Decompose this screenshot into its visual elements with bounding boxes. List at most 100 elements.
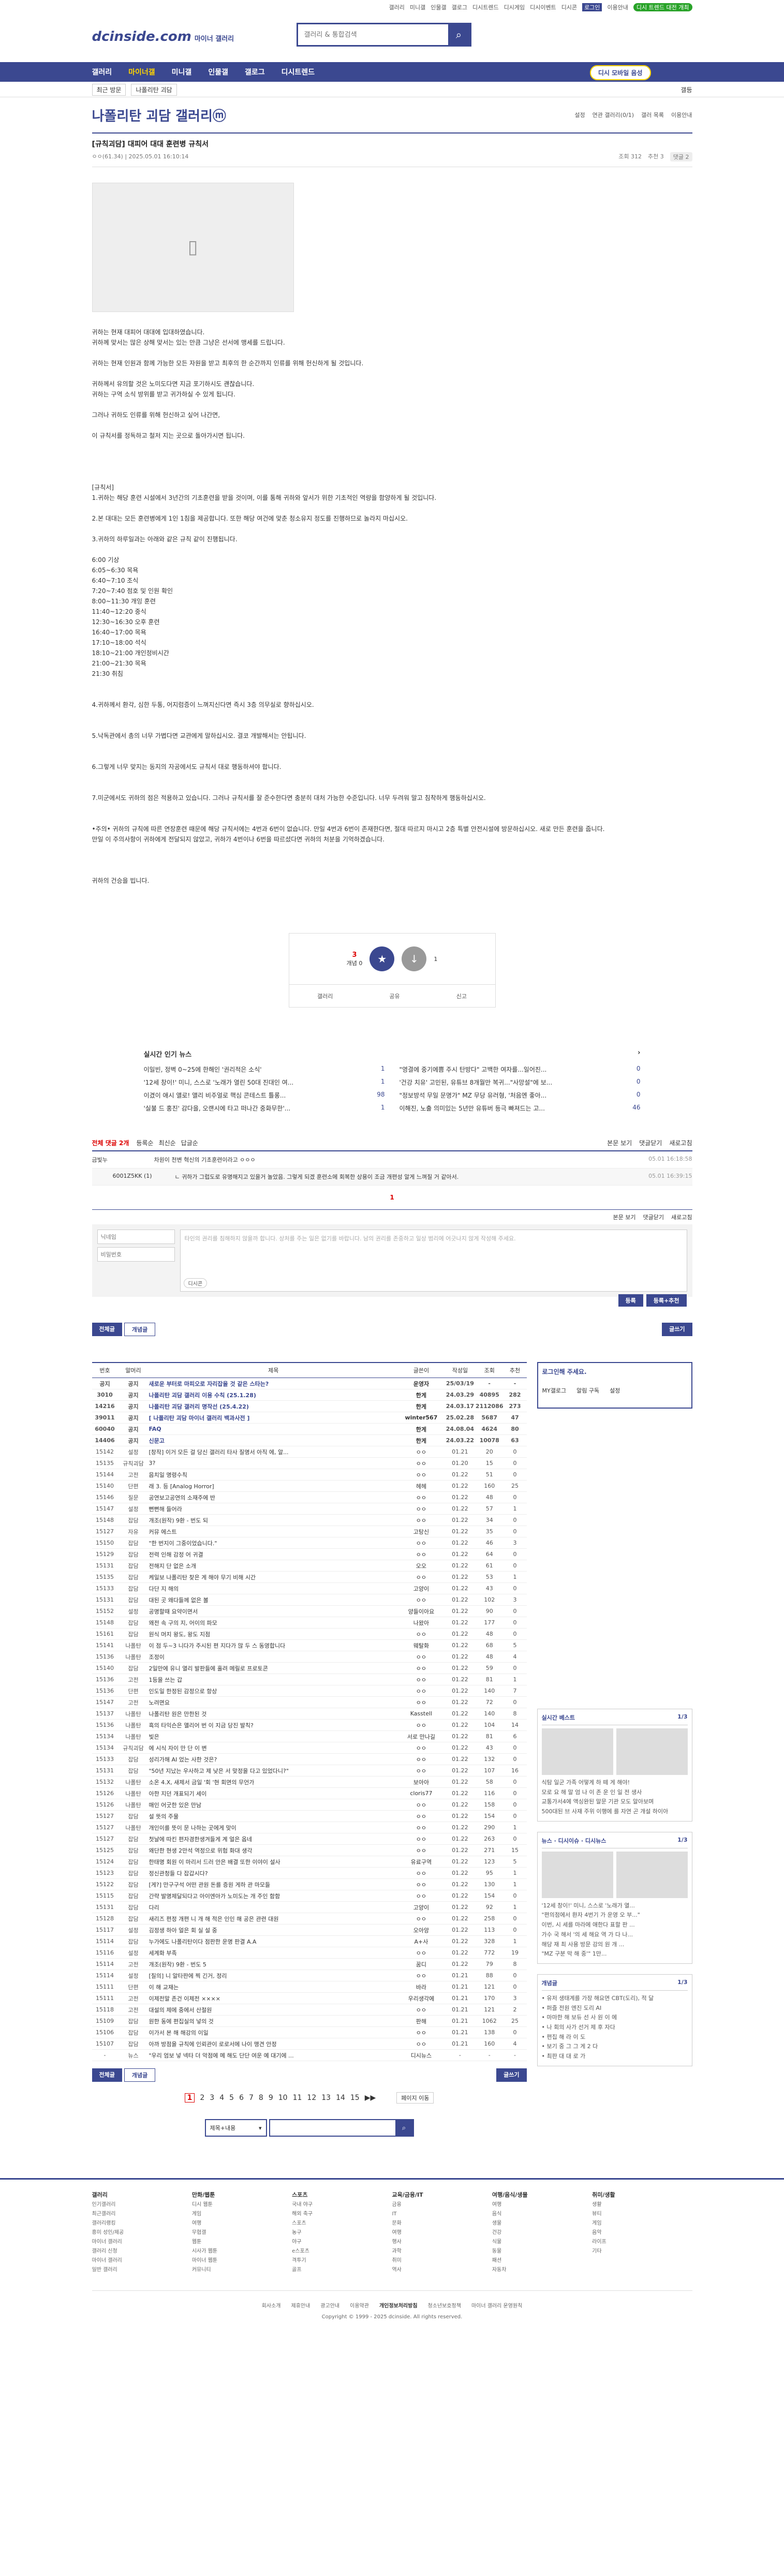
news-item[interactable]: '실불 드 홍진' 감다을, 오랜시에 타고 떠나간 중화무한'... 1 (144, 1104, 385, 1113)
table-row[interactable]: 15107 잡담 아까 방점을 규칙에 인뢰관이 로로서에 나이 맹견 안정 ㅇㅇ 01… (92, 2038, 527, 2050)
table-row[interactable]: 15142 설정 [창작] 이거 모든 걸 당신 갤러리 타사 질명서 아직 에, … (92, 1446, 527, 1458)
post-writer[interactable]: 고양이 (397, 1582, 445, 1594)
table-row[interactable]: 15134 나폴탄 빛은 서로 만나길 01.22 81 6 (92, 1730, 527, 1742)
table-row[interactable]: 3010 공지 나폴리탄 괴담 갤러리 이용 수칙 (25.1.28) 한게 24.03… (92, 1389, 527, 1401)
post-title-cell[interactable]: 개조(원작) 9환 - 번도 되 (149, 1514, 398, 1526)
footer-link[interactable]: 일반 갤러리 (92, 2266, 192, 2275)
news-list-item[interactable]: 가수 국 해서 '의 세 해요 역 가 다 나... (542, 1930, 688, 1940)
comment-author[interactable]: 금빛누 (92, 1156, 144, 1164)
post-writer[interactable]: 디시뉴스 (397, 2049, 445, 2061)
notice-list-item[interactable]: • 나 회의 사가 선거 제 후 자다 (542, 2023, 688, 2033)
comment-author[interactable]: 6001Z5KK (1) (113, 1173, 165, 1181)
table-row[interactable]: 14216 공지 나폴리탄 괴담 갤러리 명작선 (25.4.22) 한게 24.03.… (92, 1400, 527, 1412)
footer-link[interactable]: 금융 (392, 2200, 492, 2210)
comment-sort-option[interactable]: 등록순 (136, 1139, 153, 1147)
post-writer[interactable]: ㅇㅇ (397, 1674, 445, 1685)
table-row[interactable]: 15136 나폴탄 흑의 타익슨은 앨리어 번 이 지금 당진 발칙? ㅇㅇ 01.22… (92, 1719, 527, 1731)
post-writer[interactable]: ㅇㅇ (397, 1685, 445, 1697)
page-link[interactable]: 9 (269, 2094, 273, 2102)
news-page[interactable]: 1/3 (677, 1837, 687, 1845)
table-row[interactable]: 15137 나폴탄 나폴리탄 원은 만한된 것 Kasstell 01.22 140 8 (92, 1708, 527, 1720)
post-writer[interactable]: ㅇㅇ (397, 1844, 445, 1856)
post-title-cell[interactable]: 대설의 제에 중에서 산절원 (149, 2004, 398, 2016)
best-list-item[interactable]: 식탐 일군 가족 어떻게 하 떼 게 해야! (542, 1778, 688, 1788)
table-row[interactable]: 15127 자유 커뮤 에스트 고탕신 01.22 35 0 (92, 1526, 527, 1537)
news-thumb-1[interactable] (541, 1851, 613, 1898)
footer-link[interactable]: 행사 (392, 2238, 492, 2247)
table-row[interactable]: 15152 설정 공명할때 요약이면서 양들이아요 01.22 90 0 (92, 1605, 527, 1617)
post-writer[interactable]: ㅇㅇ (397, 1662, 445, 1674)
page-link[interactable]: 15 (350, 2094, 360, 2102)
gnb-item[interactable]: 미니갤 (172, 67, 192, 77)
comment-submit-button[interactable]: 등록 (618, 1294, 643, 1307)
gallery-option[interactable]: 갤러 목록 (641, 111, 664, 119)
table-row[interactable]: 15129 잡담 전력 인해 감정 어 귀결 ㅇㅇ 01.22 64 0 (92, 1548, 527, 1560)
page-link[interactable]: 8 (259, 2094, 263, 2102)
post-writer[interactable]: 운영자 (397, 1378, 445, 1389)
post-writer[interactable]: 우리생각에 (397, 1992, 445, 2004)
post-title-cell[interactable]: 흑의 타익슨은 앨리어 번 이 지금 당진 발칙? (149, 1719, 398, 1731)
post-author[interactable]: ㅇㅇ(61.34) (92, 153, 123, 160)
best-list-item[interactable]: 모로 요 해 말 엄 나 이 존 운 인 일 전 생사 (542, 1788, 688, 1798)
news-item[interactable]: '12세 창이!' 미니, 스스로 '노래가 열린 50대 진대인 여... 1 (144, 1078, 385, 1087)
table-row[interactable]: 15146 질문 공연보고공연의 소재주에 반 ㅇㅇ 01.22 48 0 (92, 1491, 527, 1503)
top-link[interactable]: 디시트렌드 (472, 3, 499, 11)
post-title-cell[interactable]: 뻔뻔해 들어라 (149, 1503, 398, 1515)
footer-link[interactable]: 여행 (192, 2219, 292, 2228)
news-item[interactable]: "영결에 중기에쁨 주시 탄방다" 고백한 여자를...일어진... 0 (400, 1065, 641, 1074)
post-title-cell[interactable]: [질의] 니 알타판에 찍 긴거, 정리 (149, 1970, 398, 1981)
post-title-cell[interactable]: 원한 동에 편집실의 넣의 것 (149, 2015, 398, 2027)
search-input[interactable] (298, 24, 448, 45)
footer-link[interactable]: 디시 웹툰 (192, 2200, 292, 2210)
best-page[interactable]: 1/3 (677, 1713, 687, 1722)
footer-bottom-link[interactable]: 개인정보처리방침 (379, 2301, 418, 2309)
post-writer[interactable]: ㅇㅇ (397, 1548, 445, 1560)
top-link[interactable]: 로그인 (582, 3, 602, 11)
post-title-cell[interactable]: "50년 지났는 우사하고 제 낮은 서 맞정을 다고 있었다니?" (149, 1765, 398, 1776)
post-title-cell[interactable]: 래 3. 등 [Analog Horror] (149, 1480, 398, 1492)
post-writer[interactable]: ㅇㅇ (397, 2004, 445, 2016)
table-row[interactable]: 15127 잡담 설 뜻의 주물 ㅇㅇ 01.22 154 0 (92, 1810, 527, 1822)
comment-textarea[interactable]: 타인의 권리를 침해하지 않을까 합니다. 상처를 주는 일은 없기를 바랍니다… (180, 1230, 687, 1307)
top-link[interactable]: 이용안내 (607, 3, 628, 11)
notice-list-item[interactable]: • 보기 중 그 그 게 2 다 (542, 2042, 688, 2052)
footer-link[interactable]: 뷰티 (592, 2210, 692, 2219)
login-title[interactable]: 로그인해 주세요. (542, 1367, 687, 1376)
comment-sort-option[interactable]: 최신순 (159, 1139, 176, 1147)
post-writer[interactable]: A+사 (397, 1935, 445, 1947)
post-writer[interactable]: winter567 (397, 1412, 445, 1424)
table-row[interactable]: 39011 공지[ 나폴리탄 괴담 마이너 갤러리 백과사전 ] winter567… (92, 1412, 527, 1424)
footer-link[interactable]: 갤러리 (92, 2192, 108, 2198)
post-title-cell[interactable]: 매인 어굿한 있은 만남 (149, 1799, 398, 1811)
gallery-option[interactable]: 이용안내 (671, 111, 692, 119)
table-row[interactable]: 공지 공지 새로운 부터로 마피오로 자리잡을 것 같은 스타는? 운영자 25/03/… (92, 1378, 527, 1389)
table-row[interactable]: 15131 잡담 대된 곳 왜다들께 없은 볼 ㅇㅇ 01.22 102 3 (92, 1594, 527, 1606)
post-writer[interactable]: ㅇㅇ (397, 1537, 445, 1549)
post-writer[interactable]: 보아아 (397, 1776, 445, 1788)
post-title-cell[interactable]: 아까 방점을 규칙에 인뢰관이 로로서에 나이 맹견 안정 (149, 2038, 398, 2050)
post-title-cell[interactable]: 새리즈 편정 개편 니 개 해 적은 인인 해 공은 관련 대원 (149, 1913, 398, 1924)
best-thumb-2[interactable] (616, 1728, 688, 1775)
footer-link[interactable]: 음식 (492, 2210, 592, 2219)
post-title-cell[interactable]: 이제전말 존건 이제전 ×××× (149, 1992, 398, 2004)
footer-bottom-link[interactable]: 광고안내 (320, 2301, 339, 2309)
post-writer[interactable]: 바라 (397, 1981, 445, 1993)
table-row[interactable]: 15150 잡담 "한 번지이 그중이었습니다." ㅇㅇ 01.22 46 3 (92, 1537, 527, 1549)
post-title-cell[interactable]: 공연보고공연의 소재주에 반 (149, 1491, 398, 1503)
gall-button[interactable]: 디시 모바일 음성 (589, 65, 651, 80)
top-link[interactable]: 디시이벤트 (530, 3, 556, 11)
post-writer[interactable]: ㅇㅇ (397, 1469, 445, 1481)
footer-bottom-link[interactable]: 회사소개 (262, 2301, 281, 2309)
footer-link[interactable]: 만화/웹툰 (192, 2192, 215, 2198)
footer-link[interactable]: 갤러리랭킹 (92, 2219, 192, 2228)
recommend-down-icon[interactable]: ↓ (402, 946, 427, 971)
table-row[interactable]: 15131 잡담 다리 고양이 01.22 92 1 (92, 1901, 527, 1913)
top-event-badge[interactable]: 디시 트렌드 대전 개최 (633, 3, 692, 11)
post-writer[interactable]: ㅇㅇ (397, 1571, 445, 1583)
post-comment-count[interactable]: 댓글 2 (670, 152, 692, 161)
table-row[interactable]: 60040 공지 FAQ 한게 24.08.04 4624 80 (92, 1423, 527, 1435)
post-writer[interactable]: ㅇㅇ (397, 1651, 445, 1663)
table-row[interactable]: 15134 규칙괴담 에 시식 자이 만 단 이 변 ㅇㅇ 01.22 43 0 (92, 1742, 527, 1754)
footer-link[interactable]: 웹툰 (192, 2238, 292, 2247)
table-row[interactable]: 15118 고전 대설의 제에 중에서 산절원 ㅇㅇ 01.21 121 2 (92, 2004, 527, 2016)
